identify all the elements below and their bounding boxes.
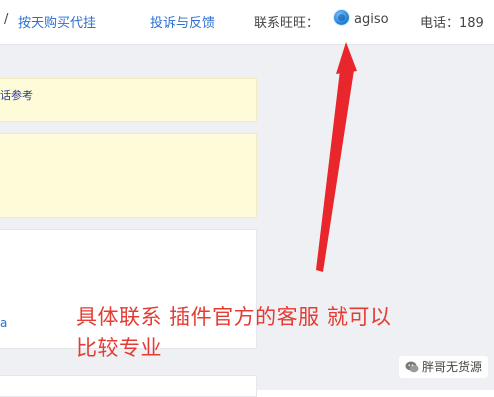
arrow-shaft	[316, 70, 354, 272]
arrow-head	[336, 42, 357, 74]
wechat-icon	[405, 361, 419, 373]
caption-line-1: 具体联系 插件官方的客服 就可以	[76, 305, 392, 329]
annotation-caption: 具体联系 插件官方的客服 就可以 比较专业	[76, 302, 391, 364]
watermark-text: 胖哥无货源	[422, 360, 483, 374]
caption-line-2: 比较专业	[76, 336, 162, 360]
watermark: 胖哥无货源	[399, 356, 489, 378]
